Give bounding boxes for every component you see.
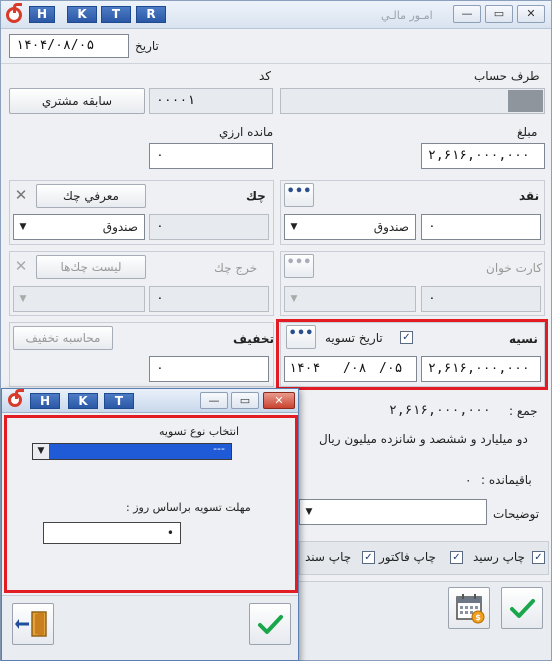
- svg-text:$: $: [475, 613, 481, 622]
- cheque-box-select[interactable]: صندوق ▼: [13, 214, 145, 240]
- title-bar: H K T R امـور مالـي — ▭ ✕: [1, 1, 551, 29]
- key-button-k[interactable]: K: [67, 6, 97, 23]
- remaining-value: ۰: [465, 473, 472, 487]
- dialog-key-button-t[interactable]: T: [104, 393, 134, 409]
- cheque-out-label: خرج چك: [214, 261, 258, 275]
- balance-label: مانده ارزي: [219, 125, 274, 139]
- checkmark-icon: [258, 615, 283, 634]
- date-label: تاريخ: [135, 39, 159, 53]
- credit-highlight: [276, 319, 548, 390]
- calendar-button[interactable]: $: [448, 587, 490, 629]
- chevron-down-icon: ▼: [305, 507, 313, 517]
- dialog-exit-button[interactable]: [12, 603, 54, 645]
- card-amount-field[interactable]: ۰: [421, 286, 541, 312]
- restore-button[interactable]: ▭: [485, 5, 513, 23]
- chevron-down-icon: ▼: [290, 294, 298, 304]
- dialog-key-button-h[interactable]: H: [30, 393, 60, 409]
- cheque-clear-icon[interactable]: ✕: [13, 187, 29, 203]
- cheque-intro-button[interactable]: معرفي چك: [36, 184, 146, 208]
- print-invoice-checkbox[interactable]: ✓: [450, 551, 463, 564]
- divider: [1, 63, 551, 64]
- exit-door-icon: [15, 611, 47, 637]
- party-lookup-button[interactable]: [508, 90, 543, 112]
- cheque-list-button[interactable]: ليست چك‌ها: [36, 255, 146, 279]
- chevron-down-icon: ▼: [19, 222, 27, 232]
- card-more-button[interactable]: •••: [284, 254, 314, 278]
- print-voucher-label: چاپ سند: [305, 550, 352, 564]
- key-button-t[interactable]: T: [101, 6, 131, 23]
- card-label: كارت خوان: [486, 261, 543, 275]
- chevron-down-icon: ▼: [19, 294, 27, 304]
- card-select[interactable]: ▼: [284, 286, 416, 312]
- notes-label: توضيحات: [493, 507, 540, 521]
- cash-box-select[interactable]: صندوق ▼: [284, 214, 416, 240]
- confirm-button[interactable]: [501, 587, 543, 629]
- close-button[interactable]: ✕: [517, 5, 545, 23]
- cheque-amount-field[interactable]: ۰: [149, 214, 269, 240]
- amount-field[interactable]: ۲,۶۱۶,۰۰۰,۰۰۰: [421, 143, 545, 169]
- party-field[interactable]: [280, 88, 545, 114]
- print-receipt-label: چاپ رسيد: [473, 550, 525, 564]
- dialog-confirm-button[interactable]: [249, 603, 291, 645]
- total-label: جمع :: [509, 404, 538, 418]
- dialog-highlight: [4, 415, 298, 593]
- cheque-out-amount-field[interactable]: ۰: [149, 286, 269, 312]
- checkmark-icon: [510, 599, 535, 618]
- total-value: ۲,۶۱۶,۰۰۰,۰۰۰: [389, 403, 491, 418]
- cash-more-button[interactable]: •••: [284, 183, 314, 207]
- dialog-close-button[interactable]: ✕: [263, 392, 295, 409]
- print-voucher-checkbox[interactable]: ✓: [362, 551, 375, 564]
- total-words: دو ميليارد و ششصد و شانزده ميليون ريال: [319, 432, 528, 446]
- date-field[interactable]: ۱۴۰۴/۰۸/۰۵: [9, 34, 129, 58]
- cheque-out-select[interactable]: ▼: [13, 286, 145, 312]
- cash-box-value: صندوق: [373, 220, 409, 234]
- party-label: طرف حساب: [474, 69, 540, 83]
- code-field[interactable]: ۰۰۰۰۱: [149, 88, 273, 114]
- customer-history-button[interactable]: سابقه مشتري: [9, 88, 145, 114]
- minimize-button[interactable]: —: [453, 5, 481, 23]
- app-logo-icon: [6, 3, 22, 23]
- cheque-label: چك: [246, 189, 266, 203]
- discount-label: تخفيف: [233, 332, 274, 346]
- dialog-key-button-k[interactable]: K: [68, 393, 98, 409]
- settle-dialog: H K T — ▭ ✕ انتخاب نوع تسويه ▼ --- مهلت …: [1, 388, 299, 661]
- print-receipt-checkbox[interactable]: ✓: [532, 551, 545, 564]
- remaining-label: باقيمانده :: [481, 473, 532, 487]
- calendar-icon: $: [456, 594, 485, 624]
- cash-label: نقد: [519, 189, 540, 203]
- key-button-r[interactable]: R: [136, 6, 166, 23]
- cash-amount-field[interactable]: ۰: [421, 214, 541, 240]
- app-logo-icon: [8, 389, 24, 407]
- window-title: امـور مالـي: [381, 9, 433, 22]
- cheque-box-value: صندوق: [102, 220, 138, 234]
- code-label: كد: [259, 69, 272, 83]
- key-button-h[interactable]: H: [29, 6, 55, 23]
- notes-select[interactable]: ▼: [299, 499, 487, 525]
- discount-amount-field[interactable]: ۰: [149, 356, 269, 382]
- print-invoice-label: چاپ فاكتور: [379, 550, 436, 564]
- balance-field[interactable]: ۰: [149, 143, 273, 169]
- dialog-minimize-button[interactable]: —: [200, 392, 228, 409]
- calc-discount-button[interactable]: محاسبه تخفيف: [13, 326, 113, 350]
- dialog-restore-button[interactable]: ▭: [231, 392, 259, 409]
- dialog-title-bar: H K T — ▭ ✕: [2, 389, 298, 413]
- cheque-out-clear-icon[interactable]: ✕: [13, 258, 29, 274]
- amount-label: مبلغ: [517, 125, 538, 139]
- chevron-down-icon: ▼: [290, 222, 298, 232]
